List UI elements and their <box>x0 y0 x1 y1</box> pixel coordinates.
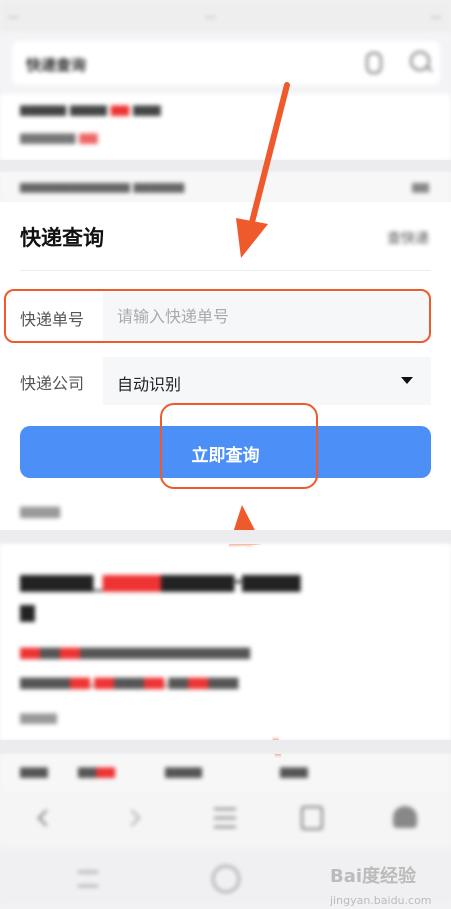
dropdown-caret-icon <box>401 377 413 384</box>
watermark-subtext: jingyan.baidu.com <box>330 894 432 907</box>
card-footer: ▆▆▆▆ <box>20 504 60 519</box>
courier-company-label: 快递公司 <box>20 374 85 393</box>
result-snippet: ▆▆▆▆▆▆▆▆▆▆▆▆▆▆▆▆▆▆▆▆▆▆▆ ▆▆▆▆▆▆▆,▆▆▆▆▆▆▆,▆… <box>20 645 250 690</box>
baidu-jingyan-watermark: Bai度经验 jingyan.baidu.com <box>330 862 432 909</box>
card-title: 快递查询 <box>20 226 104 250</box>
query-now-button[interactable]: 立即查询 <box>20 426 431 478</box>
courier-company-value: 自动识别 <box>117 375 182 394</box>
back-icon[interactable] <box>37 809 55 827</box>
menu-icon[interactable] <box>214 808 236 828</box>
separator <box>0 160 451 172</box>
tracking-number-field <box>103 292 431 340</box>
previous-result-source: ▆▆▆▆▆▆ ▆▆ <box>20 130 98 144</box>
home-icon[interactable] <box>393 806 417 828</box>
search-header: 快递查询 <box>0 32 451 94</box>
related-tabs: ▆▆▆ ▆▆▆▆ ▆▆▆▆ ▆▆▆ <box>0 754 451 794</box>
ad-text: ▆▆▆▆▆▆▆▆▆▆▆▆▆ ▆▆▆▆▆▆ <box>20 180 185 193</box>
microphone-icon[interactable] <box>366 52 382 74</box>
previous-result-card: ▆▆▆▆▆ ▆▆▆▆ ▆▆ ▆▆▆ ▆▆▆▆▆▆ ▆▆ <box>0 94 451 160</box>
card-source[interactable]: 查快递 <box>387 228 429 248</box>
search-result-card[interactable]: ▆▆▆▆▆_▆▆▆▆▆▆▆▆▆-▆▆▆▆ ▆ ▆▆▆▆▆▆▆▆▆▆▆▆▆▆▆▆▆▆… <box>0 544 451 740</box>
search-bar[interactable]: 快递查询 <box>12 41 440 85</box>
related-tab[interactable]: ▆▆▆ <box>280 764 308 778</box>
ad-tag: ▆▆ <box>412 180 429 193</box>
status-right: ... <box>430 8 442 21</box>
search-query[interactable]: 快递查询 <box>26 54 86 75</box>
query-now-label: 立即查询 <box>191 446 260 465</box>
forward-icon[interactable] <box>123 809 141 827</box>
result-source: ▆▆▆▆ <box>20 710 57 724</box>
related-tab[interactable]: ▆▆▆▆ <box>165 764 202 778</box>
search-icon[interactable] <box>410 51 430 71</box>
previous-result-snippet: ▆▆▆▆▆ ▆▆▆▆ ▆▆ ▆▆▆ <box>20 102 161 116</box>
separator <box>0 530 451 544</box>
separator <box>0 740 451 754</box>
courier-company-select[interactable]: 自动识别 <box>103 357 431 405</box>
watermark-text: Bai度经验 <box>330 866 417 887</box>
tracking-number-input[interactable] <box>103 292 431 340</box>
browser-nav-bar <box>0 794 451 849</box>
recent-apps-icon[interactable] <box>78 871 98 887</box>
express-query-card: 快递查询 查快递 快递单号 快递公司 自动识别 立即查询 ▆▆▆▆ <box>0 202 451 530</box>
related-tab[interactable]: ▆▆▆▆ <box>78 764 115 778</box>
status-left: ... <box>8 8 19 21</box>
status-bar: ... ... ... <box>0 0 451 32</box>
divider <box>20 270 431 271</box>
status-time: ... <box>205 8 216 21</box>
related-tab[interactable]: ▆▆▆ <box>20 764 48 778</box>
system-home-icon[interactable] <box>212 865 240 893</box>
tabs-icon[interactable] <box>301 806 323 830</box>
result-title[interactable]: ▆▆▆▆▆_▆▆▆▆▆▆▆▆▆-▆▆▆▆ ▆ <box>20 566 430 626</box>
ad-strip: ▆▆▆▆▆▆▆▆▆▆▆▆▆ ▆▆▆▆▆▆ ▆▆ <box>0 172 451 202</box>
tracking-number-label: 快递单号 <box>20 310 85 329</box>
